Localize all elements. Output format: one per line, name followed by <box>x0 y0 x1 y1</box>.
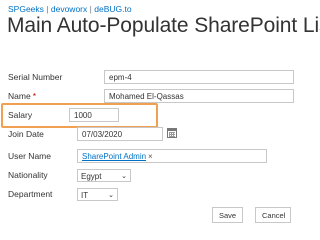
nationality-selected-value: Egypt <box>81 172 102 181</box>
serial-number-label: Serial Number <box>8 72 63 82</box>
department-select[interactable]: IT ⌄ <box>77 188 118 201</box>
breadcrumb-link-devoworx[interactable]: devoworx <box>51 4 87 14</box>
department-selected-value: IT <box>81 191 89 200</box>
department-label: Department <box>8 189 53 199</box>
salary-label: Salary <box>8 110 33 120</box>
calendar-icon[interactable] <box>167 128 177 138</box>
breadcrumb-separator: | <box>89 4 92 14</box>
serial-number-input[interactable]: epm-4 <box>104 70 294 84</box>
nationality-label: Nationality <box>8 170 48 180</box>
field-join-date: Join Date 07/03/2020 <box>8 127 294 143</box>
user-chip[interactable]: SharePoint Admin <box>82 152 146 161</box>
field-salary: Salary 1000 <box>8 108 294 124</box>
breadcrumb-link-spgeeks[interactable]: SPGeeks <box>8 4 44 14</box>
salary-input[interactable]: 1000 <box>69 108 119 122</box>
field-user-name: User Name SharePoint Admin × <box>8 149 294 165</box>
chevron-down-icon: ⌄ <box>108 192 114 199</box>
user-name-label: User Name <box>8 151 51 161</box>
user-name-people-picker[interactable]: SharePoint Admin × <box>77 149 267 163</box>
field-nationality: Nationality Egypt ⌄ <box>8 168 294 184</box>
name-label: Name * <box>8 91 36 101</box>
cancel-button[interactable]: Cancel <box>255 207 291 223</box>
field-serial-number: Serial Number epm-4 <box>8 70 294 86</box>
breadcrumb-link-debug[interactable]: deBUG.to <box>94 4 131 14</box>
remove-user-icon[interactable]: × <box>148 152 153 161</box>
join-date-label: Join Date <box>8 129 44 139</box>
save-button[interactable]: Save <box>212 207 243 223</box>
field-department: Department IT ⌄ <box>8 187 294 203</box>
required-marker: * <box>32 91 36 101</box>
breadcrumb: SPGeeks | devoworx | deBUG.to <box>8 4 132 14</box>
page-title: Main Auto-Populate SharePoint List <box>7 14 320 37</box>
nationality-select[interactable]: Egypt ⌄ <box>77 169 131 182</box>
chevron-down-icon: ⌄ <box>121 173 127 180</box>
name-input[interactable]: Mohamed El-Qassas <box>104 89 294 103</box>
breadcrumb-separator: | <box>46 4 49 14</box>
join-date-input[interactable]: 07/03/2020 <box>77 127 163 141</box>
name-label-text: Name <box>8 91 31 101</box>
